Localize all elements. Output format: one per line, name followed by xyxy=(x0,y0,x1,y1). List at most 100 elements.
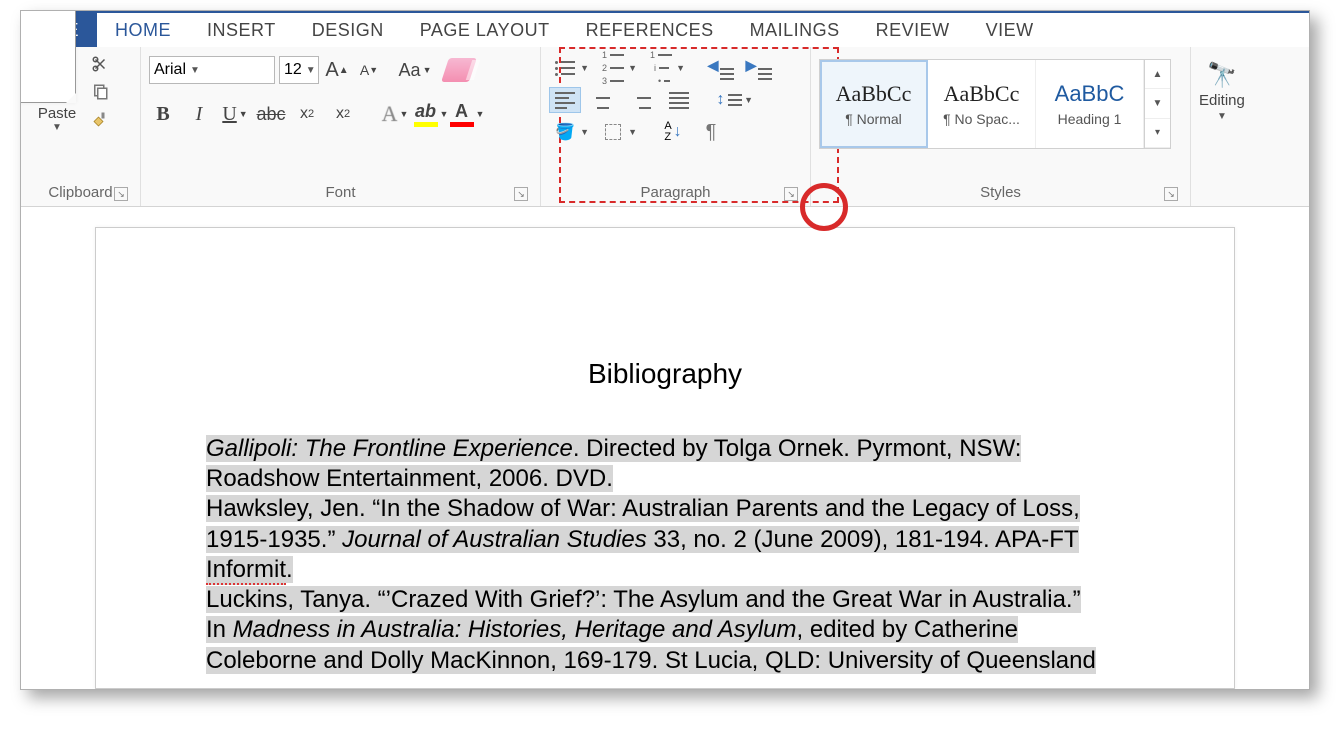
format-painter-button[interactable] xyxy=(89,109,111,131)
tab-home[interactable]: HOME xyxy=(97,13,189,47)
justify-icon xyxy=(669,92,689,109)
group-label-editing xyxy=(1199,180,1273,204)
style-item[interactable]: AaBbCc¶ No Spac... xyxy=(928,60,1036,148)
styles-gallery: AaBbCc ¶ Normal AaBbCc¶ No Spac... AaBbC Hea… xyxy=(819,59,1171,149)
cut-button[interactable] xyxy=(89,53,111,75)
text-run: . Directed by Tolga Ornek. Pyrmont, NSW: xyxy=(573,435,1022,462)
tab-view[interactable]: VIEW xyxy=(968,13,1052,47)
clear-formatting-button[interactable] xyxy=(445,56,473,84)
text-run: Journal of Australian Studies xyxy=(342,526,647,553)
styles-launcher[interactable]: ↘ xyxy=(1164,187,1178,201)
copy-icon xyxy=(91,83,109,101)
sort-button[interactable]: AZ↓ xyxy=(657,119,689,145)
shading-button[interactable]: 🪣▼ xyxy=(549,119,581,145)
bold-button[interactable]: B xyxy=(149,100,177,128)
paragraph-launcher[interactable]: ↘ xyxy=(784,187,798,201)
align-right-button[interactable] xyxy=(625,87,657,113)
clipboard-launcher[interactable]: ↘ xyxy=(114,187,128,201)
increase-indent-button[interactable]: ▶ xyxy=(743,55,775,81)
font-launcher[interactable]: ↘ xyxy=(514,187,528,201)
bibliography-entry: Hawksley, Jen. “In the Shadow of War: Au… xyxy=(206,494,1124,585)
bullets-button[interactable]: ▼ xyxy=(549,55,581,81)
group-label-styles: Styles ↘ xyxy=(819,180,1182,204)
tab-mailings[interactable]: MAILINGS xyxy=(732,13,858,47)
text-run: Gallipoli: The Frontline Experience xyxy=(206,435,573,462)
tab-insert[interactable]: INSERT xyxy=(189,13,294,47)
text-run: In xyxy=(206,616,233,643)
italic-button[interactable]: I xyxy=(185,100,213,128)
superscript-button[interactable]: x2 xyxy=(329,100,357,128)
styles-scroll-button[interactable]: ▲ xyxy=(1145,60,1170,89)
decrease-indent-button[interactable]: ◀ xyxy=(705,55,737,81)
underline-button[interactable]: U▼ xyxy=(221,100,249,128)
tab-references[interactable]: REFERENCES xyxy=(568,13,732,47)
grow-font-button[interactable]: A▲ xyxy=(323,56,351,84)
numbering-button[interactable]: 1 2 3 ▼ xyxy=(597,55,629,81)
align-right-icon xyxy=(631,92,651,109)
font-size-dropdown[interactable]: 12▼ xyxy=(279,56,319,84)
document-page: Bibliography Gallipoli: The Frontline Ex… xyxy=(95,227,1235,689)
font-color-button[interactable]: A▼ xyxy=(453,100,481,128)
ribbon: Paste ▼ Clipboard ↘ xyxy=(21,47,1309,207)
font-color-icon: A xyxy=(450,101,474,127)
numbering-icon: 1 2 3 xyxy=(602,50,624,86)
align-left-icon xyxy=(555,92,575,109)
borders-button[interactable]: ▼ xyxy=(597,119,629,145)
tab-review[interactable]: REVIEW xyxy=(858,13,968,47)
style-name: ¶ No Spac... xyxy=(943,111,1020,127)
border-icon xyxy=(605,124,621,140)
show-hide-button[interactable]: ¶ xyxy=(695,119,727,145)
tab-page-layout[interactable]: PAGE LAYOUT xyxy=(402,13,568,47)
text-run: . xyxy=(286,556,293,583)
paste-button[interactable]: Paste ▼ xyxy=(29,53,85,180)
bibliography-entry: Luckins, Tanya. “’Crazed With Grief?’: T… xyxy=(206,585,1124,676)
copy-button[interactable] xyxy=(89,81,111,103)
line-spacing-button[interactable]: ↕ ▼ xyxy=(713,87,745,113)
editing-label: Editing xyxy=(1199,92,1245,109)
style-item[interactable]: AaBbC Heading 1 xyxy=(1036,60,1144,148)
group-font: Arial▼ 12▼ A▲ A▼ Aa▼ B I U▼ abc xyxy=(141,47,541,206)
paint-bucket-icon: 🪣 xyxy=(555,122,575,142)
align-left-button[interactable] xyxy=(549,87,581,113)
strikethrough-button[interactable]: abc xyxy=(257,100,285,128)
group-paragraph: ▼ 1 2 3 ▼ 1 i xyxy=(541,47,811,206)
style-item[interactable]: AaBbCc ¶ Normal xyxy=(820,60,928,148)
document-area[interactable]: Bibliography Gallipoli: The Frontline Ex… xyxy=(21,207,1309,689)
style-preview: AaBbCc xyxy=(836,81,912,107)
multilevel-list-button[interactable]: 1 i • ▼ xyxy=(645,55,677,81)
align-center-button[interactable] xyxy=(587,87,619,113)
style-name: Heading 1 xyxy=(1058,111,1122,127)
styles-scroll-button[interactable]: ▼ xyxy=(1145,89,1170,118)
chevron-down-icon: ▼ xyxy=(1217,111,1227,122)
text-run: 33, no. 2 (June 2009), 181-194. APA-FT xyxy=(647,526,1079,553)
text-run: Luckins, Tanya. “’Crazed With Grief?’: T… xyxy=(206,586,1081,613)
font-name-dropdown[interactable]: Arial▼ xyxy=(149,56,275,84)
styles-scroll-button[interactable]: ▾ xyxy=(1145,119,1170,148)
pilcrow-icon: ¶ xyxy=(706,121,717,144)
bullets-icon xyxy=(555,61,575,76)
chevron-down-icon: ▼ xyxy=(52,122,62,133)
text-run: Coleborne and Dolly MacKinnon, 169-179. … xyxy=(206,647,1096,674)
paintbrush-icon xyxy=(91,111,109,129)
find-icon: 🔭 xyxy=(1207,61,1237,90)
style-preview: AaBbC xyxy=(1055,81,1125,107)
paste-label: Paste xyxy=(38,105,76,122)
line-spacing-icon: ↕ xyxy=(717,91,725,109)
style-name: ¶ Normal xyxy=(845,111,902,127)
indent-icon: ▶ xyxy=(746,57,773,80)
scissors-icon xyxy=(91,55,109,73)
justify-button[interactable] xyxy=(663,87,695,113)
highlight-color-button[interactable]: ab▼ xyxy=(417,100,445,128)
shrink-font-button[interactable]: A▼ xyxy=(355,56,383,84)
group-label-font: Font ↘ xyxy=(149,180,532,204)
text-run: Hawksley, Jen. “In the Shadow of War: Au… xyxy=(206,495,1080,522)
subscript-button[interactable]: x2 xyxy=(293,100,321,128)
text-run: , edited by Catherine xyxy=(796,616,1017,643)
change-case-button[interactable]: Aa▼ xyxy=(401,56,429,84)
tab-design[interactable]: DESIGN xyxy=(294,13,402,47)
text-effects-button[interactable]: A▼ xyxy=(381,100,409,128)
text-run: Roadshow Entertainment, 2006. DVD. xyxy=(206,465,613,492)
group-label-clipboard: Clipboard ↘ xyxy=(29,180,132,204)
text-run: Informit xyxy=(206,556,286,585)
editing-button[interactable]: 🔭 Editing ▼ xyxy=(1199,53,1245,180)
